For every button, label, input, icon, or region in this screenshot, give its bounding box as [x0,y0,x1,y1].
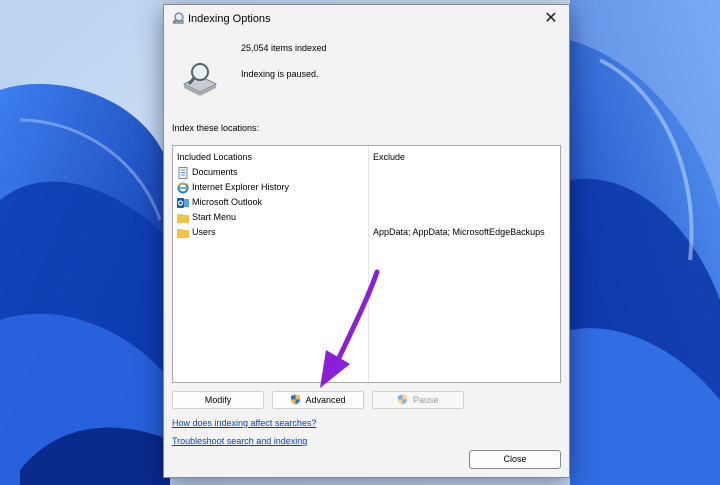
how-indexing-affects-link[interactable]: How does indexing affect searches? [172,418,316,428]
modify-button[interactable]: Modify [172,391,264,409]
list-item-label: Internet Explorer History [192,182,290,192]
indexing-options-dialog: Indexing Options ✕ 25,054 items indexed … [163,4,570,478]
list-item-internet-explorer-history[interactable]: Internet Explorer History [177,181,367,195]
list-item-label: Users [192,227,216,237]
modify-button-label: Modify [204,395,232,405]
admin-shield-icon [398,394,408,405]
header-included-locations[interactable]: Included Locations [177,152,252,162]
close-button-label: Close [503,454,527,464]
list-item-start-menu[interactable]: Start Menu [177,211,367,225]
items-indexed-count: 25,054 items indexed [241,43,327,53]
list-item-documents[interactable]: Documents [177,166,367,180]
folder-icon [177,214,189,223]
close-button[interactable]: Close [469,450,561,469]
list-item-microsoft-outlook[interactable]: Microsoft Outlook [177,196,367,210]
indexing-options-icon [172,12,184,24]
pause-button-label: Pause [412,395,439,405]
folder-icon [177,229,189,238]
list-item-label: Start Menu [192,212,237,222]
documents-icon [178,167,188,179]
title-bar[interactable]: Indexing Options ✕ [164,5,569,33]
list-item-users[interactable]: Users [177,226,367,240]
indexing-status-icon [182,63,218,96]
users-exclude-value: AppData; AppData; MicrosoftEdgeBackups [373,227,545,237]
outlook-icon [177,198,189,208]
close-icon[interactable]: ✕ [541,9,561,29]
indexing-status-text: Indexing is paused. [241,69,319,79]
list-item-label: Microsoft Outlook [192,197,263,207]
index-locations-label: Index these locations: [172,123,260,133]
dialog-title: Indexing Options [188,13,271,25]
list-item-label: Documents [192,167,238,177]
troubleshoot-link[interactable]: Troubleshoot search and indexing [172,436,307,446]
internet-explorer-icon [177,182,189,194]
annotation-arrow [320,269,380,388]
header-exclude[interactable]: Exclude [373,152,405,162]
